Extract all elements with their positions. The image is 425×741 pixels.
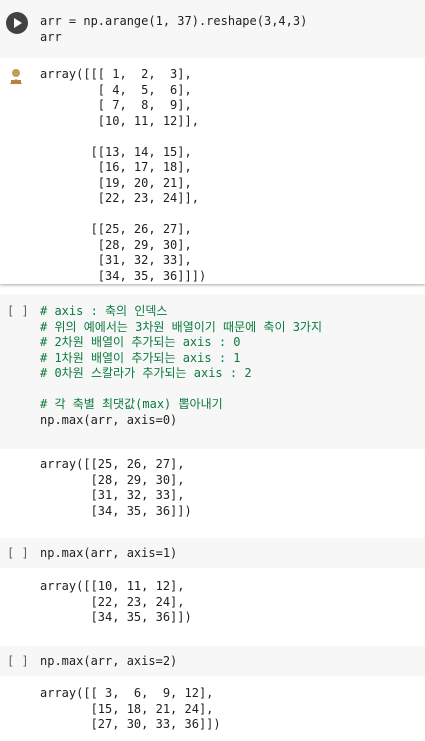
output-text: array([[ 3, 6, 9, 12], [15, 18, 21, 24],… [40,686,221,731]
code-text: # axis : 축의 인덱스 # 위의 예에서는 3차원 배열이기 때문에 축… [40,304,323,427]
code-editor-2[interactable]: [ ] # axis : 축의 인덱스 # 위의 예에서는 3차원 배열이기 때… [0,294,425,449]
run-cell-bracket[interactable]: [ ] [7,304,29,318]
code-cell-3[interactable]: [ ] np.max(arr, axis=1) array([[10, 11, … [0,538,425,638]
code-cell-2[interactable]: [ ] # axis : 축의 인덱스 # 위의 예에서는 3차원 배열이기 때… [0,294,425,534]
run-cell-bracket[interactable]: [ ] [7,654,29,668]
code-cell-4[interactable]: [ ] np.max(arr, axis=2) array([[ 3, 6, 9… [0,646,425,741]
output-text: array([[[ 1, 2, 3], [ 4, 5, 6], [ 7, 8, … [40,67,207,283]
cell-output-2: array([[25, 26, 27], [28, 29, 30], [31, … [0,449,425,534]
code-editor-1[interactable]: arr = np.arange(1, 37).reshape(3,4,3) ar… [0,0,425,58]
output-text: array([[25, 26, 27], [28, 29, 30], [31, … [40,457,192,518]
cell-output-4: array([[ 3, 6, 9, 12], [15, 18, 21, 24],… [0,676,425,741]
code-line: arr [40,29,62,44]
cell-output-1: array([[[ 1, 2, 3], [ 4, 5, 6], [ 7, 8, … [0,58,425,284]
code-text: np.max(arr, axis=2) [40,654,178,668]
run-cell-bracket[interactable]: [ ] [7,546,29,560]
output-avatar-icon [10,69,22,84]
code-editor-3[interactable]: [ ] np.max(arr, axis=1) [0,538,425,568]
code-line: arr = np.arange(1, 37).reshape(3,4,3) [40,14,308,28]
output-text: array([[10, 11, 12], [22, 23, 24], [34, … [40,579,192,624]
code-editor-4[interactable]: [ ] np.max(arr, axis=2) [0,646,425,676]
cell-output-3: array([[10, 11, 12], [22, 23, 24], [34, … [0,568,425,638]
code-text: np.max(arr, axis=1) [40,546,178,560]
code-cell-1[interactable]: arr = np.arange(1, 37).reshape(3,4,3) ar… [0,0,425,284]
code-text: arr = np.arange(1, 37).reshape(3,4,3) ar… [40,14,307,45]
run-cell-icon[interactable] [6,12,28,34]
